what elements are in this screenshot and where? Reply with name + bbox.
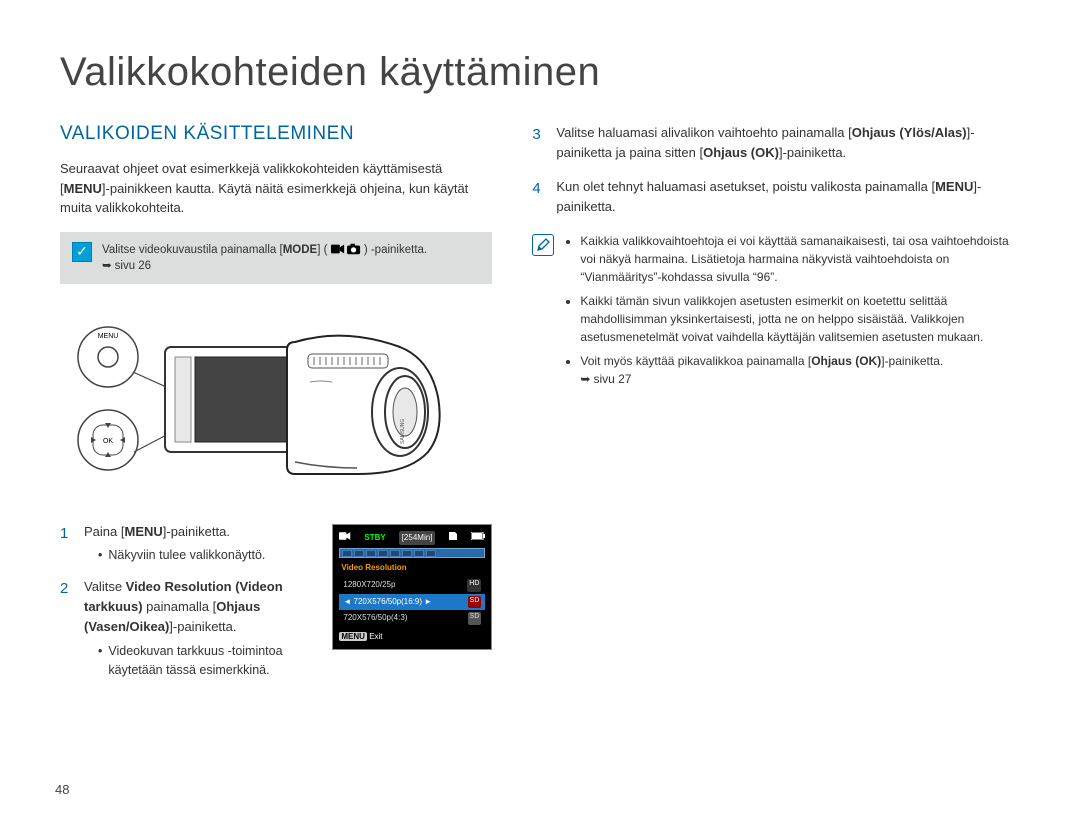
step-number: 3	[532, 123, 544, 146]
note-item: Kaikki tämän sivun valikkojen asetusten …	[580, 292, 1020, 346]
step-number: 1	[60, 522, 72, 545]
lcd-resolution-item: 1280X720/25pHD	[339, 577, 485, 593]
step-3: 3 Valitse haluamasi alivalikon vaihtoeht…	[532, 123, 1020, 163]
note-info-icon	[532, 234, 554, 256]
step-2-sub: Videokuvan tarkkuus -toimintoa käytetään…	[98, 642, 318, 681]
note-item: Kaikkia valikkovaihtoehtoja ei voi käytt…	[580, 232, 1020, 286]
step-2: 2 Valitse Video Resolution (Videon tarkk…	[60, 577, 318, 680]
intro-paragraph: Seuraavat ohjeet ovat esimerkkejä valikk…	[60, 159, 492, 218]
lcd-resolution-item-selected: ◄ 720X576/50p(16:9) ►SD	[339, 594, 485, 610]
step-1: 1 Paina [MENU]-painiketta. Näkyviin tule…	[60, 522, 318, 566]
menu-button-label: MENU	[98, 333, 119, 340]
video-mode-icon	[339, 531, 351, 545]
ok-button-label: OK	[103, 438, 113, 445]
lcd-menu-title: Video Resolution	[339, 560, 485, 577]
page-ref-arrow	[102, 260, 115, 272]
section-heading: VALIKOIDEN KÄSITTELEMINEN	[60, 123, 492, 145]
sdcard-icon	[448, 531, 458, 545]
steps-left: STBY [254Min] Video Resolution	[60, 522, 492, 681]
page-number: 48	[55, 782, 69, 797]
page-ref-arrow	[580, 372, 593, 386]
lcd-screenshot: STBY [254Min] Video Resolution	[332, 524, 492, 650]
step-4: 4 Kun olet tehnyt haluamasi asetukset, p…	[532, 177, 1020, 217]
lcd-resolution-item: 720X576/50p(4:3)SD	[339, 610, 485, 626]
svg-text:SAMSUNG: SAMSUNG	[400, 418, 406, 443]
page-title: Valikkokohteiden käyttäminen	[60, 50, 1020, 95]
mode-note-text: Valitse videokuvaustila painamalla [MODE…	[102, 242, 427, 274]
note-item: Voit myös käyttää pikavalikkoa painamall…	[580, 352, 1020, 388]
lcd-stby: STBY	[364, 532, 385, 544]
step-1-sub: Näkyviin tulee valikkonäyttö.	[98, 546, 318, 565]
lcd-remaining-time: [254Min]	[399, 531, 436, 545]
battery-icon	[471, 532, 485, 544]
step-number: 2	[60, 577, 72, 600]
steps-right: 3 Valitse haluamasi alivalikon vaihtoeht…	[532, 123, 1020, 218]
lcd-exit: MENU Exit	[339, 631, 485, 643]
camcorder-illustration: MENU OK	[60, 302, 492, 512]
check-icon: ✓	[72, 242, 92, 262]
mode-note: ✓ Valitse videokuvaustila painamalla [MO…	[60, 232, 492, 284]
right-notes: Kaikkia valikkovaihtoehtoja ei voi käytt…	[532, 232, 1020, 394]
camcorder-svg: MENU OK	[60, 312, 460, 502]
lcd-tab-icons	[339, 548, 485, 558]
video-photo-mode-icons	[331, 243, 361, 255]
step-number: 4	[532, 177, 544, 200]
